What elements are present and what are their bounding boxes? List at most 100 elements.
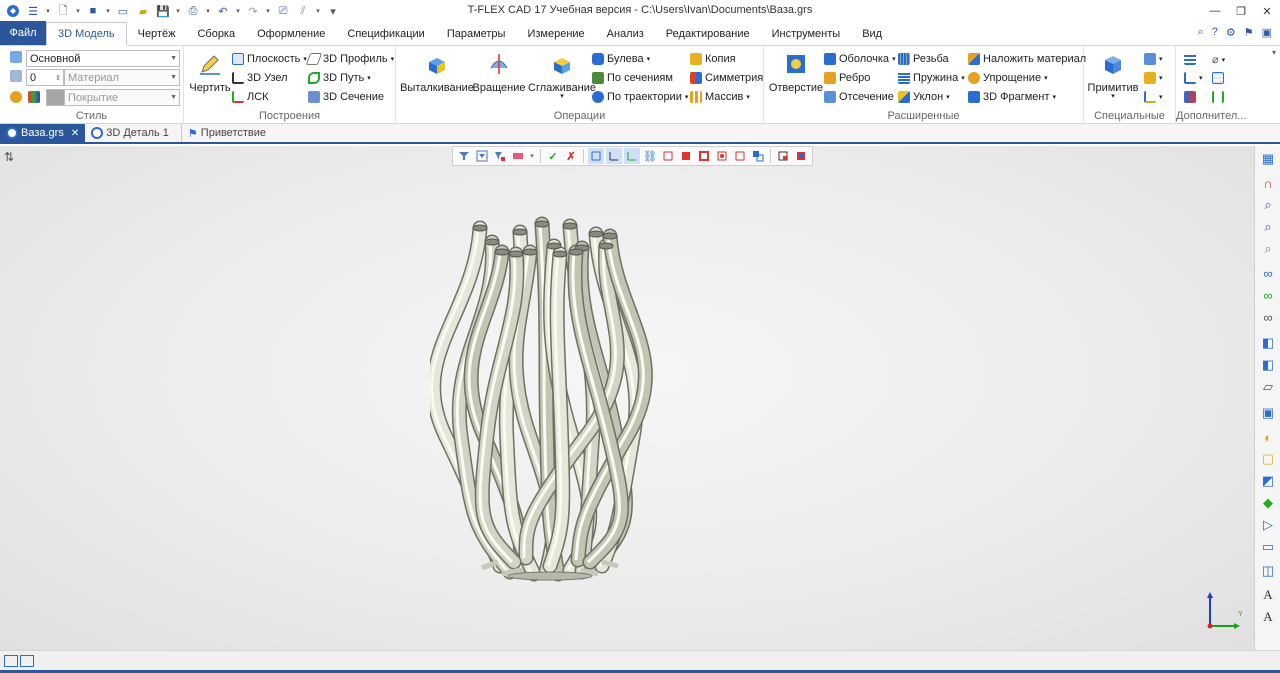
tree-toggle-icon[interactable]: ⇅ [4, 150, 20, 166]
gear-icon[interactable]: ⚙ [1226, 26, 1236, 39]
glasses-icon[interactable]: ∞ [1259, 264, 1277, 282]
render-icon[interactable]: ◫ [1259, 562, 1277, 580]
lsk-button[interactable]: ЛСК [232, 91, 269, 103]
apply-material-button[interactable]: Наложить материал [968, 53, 1086, 65]
new-file-icon[interactable]: 🗋 [54, 3, 72, 19]
tab-specifications[interactable]: Спецификации [336, 23, 435, 45]
chevron-down-icon[interactable]: ▾ [174, 7, 182, 15]
add-tool-4[interactable] [1212, 72, 1224, 84]
color-filter-icon[interactable] [510, 148, 526, 164]
group-select-icon[interactable] [750, 148, 766, 164]
spring-button[interactable]: Пружина ▾ [898, 72, 965, 84]
hide-icon[interactable] [793, 148, 809, 164]
special-tool-2[interactable]: ▾ [1144, 72, 1163, 84]
boolean-button[interactable]: Булева ▾ [592, 53, 650, 65]
plane-button[interactable]: Плоскость ▾ [232, 53, 307, 65]
tab-3d-model[interactable]: 3D Модель [46, 22, 127, 46]
filter-icon[interactable] [456, 148, 472, 164]
doc-tab-welcome[interactable]: ⚑ Приветствие [180, 124, 272, 142]
tab-view[interactable]: Вид [851, 23, 893, 45]
text-down-icon[interactable]: A [1259, 608, 1277, 626]
rotate-button[interactable]: Вращение [473, 52, 525, 94]
special-tool-3[interactable]: ▾ [1144, 91, 1163, 103]
chevron-down-icon[interactable]: ▾ [44, 7, 52, 15]
tab-tools[interactable]: Инструменты [761, 23, 852, 45]
path3d-button[interactable]: 3D Путь ▾ [308, 72, 371, 84]
extrude-button[interactable]: Выталкивание [400, 52, 474, 94]
sphere-icon[interactable]: ◐ [1259, 428, 1277, 446]
level-icon[interactable] [10, 70, 22, 82]
special-tool-1[interactable]: ▾ [1144, 53, 1163, 65]
cycle-icon[interactable] [732, 148, 748, 164]
shape-icon[interactable]: ◩ [1259, 472, 1277, 490]
tab-assembly[interactable]: Сборка [186, 23, 246, 45]
magnet-icon[interactable]: ∩ [1259, 174, 1277, 192]
layer-combo[interactable]: Основной ▼ [26, 50, 180, 67]
tab-file[interactable]: Файл [0, 21, 46, 45]
close-icon[interactable]: ✕ [71, 128, 79, 139]
single-view-icon[interactable] [20, 655, 34, 667]
thread-button[interactable]: Резьба [898, 53, 949, 65]
copy-button[interactable]: Копия [690, 53, 736, 65]
flag-icon[interactable]: ⚑ [1244, 26, 1254, 39]
rib-button[interactable]: Ребро [824, 72, 870, 84]
fragment3d-button[interactable]: 3D Фрагмент ▾ [968, 91, 1056, 103]
tab-analysis[interactable]: Анализ [596, 23, 655, 45]
panel-icon[interactable]: ▣ [1262, 26, 1272, 39]
model-icon[interactable]: ■ [84, 3, 102, 19]
link-icon[interactable]: ⛓ [642, 148, 658, 164]
cut-button[interactable]: Отсечение [824, 91, 894, 103]
body-icon[interactable] [660, 148, 676, 164]
minimize-icon[interactable]: — [1202, 0, 1228, 22]
tab-drawing[interactable]: Чертёж [127, 23, 187, 45]
select-face-icon[interactable] [588, 148, 604, 164]
color-swatch[interactable] [46, 89, 66, 106]
customize-icon[interactable]: ▾ [324, 3, 342, 19]
add-tool-5[interactable] [1184, 91, 1196, 103]
chevron-down-icon[interactable]: ▾ [104, 7, 112, 15]
hole-button[interactable]: Отверстие [768, 52, 824, 94]
paint-icon[interactable] [10, 91, 22, 103]
diamond-icon[interactable]: ◆ [1259, 494, 1277, 512]
smooth-button[interactable]: Сглаживание ▾ [528, 52, 596, 100]
select-vertex-icon[interactable] [624, 148, 640, 164]
node3d-button[interactable]: 3D Узел [232, 72, 288, 84]
undo-icon[interactable]: ↶ [214, 3, 232, 19]
color-icon[interactable] [28, 91, 40, 103]
fragment-view-icon[interactable]: ▭ [1259, 538, 1277, 556]
check-icon[interactable]: ✓ [545, 148, 561, 164]
profile3d-button[interactable]: 3D Профиль ▾ [305, 53, 394, 65]
doc-tab-vase[interactable]: Ваза.grs ✕ [0, 124, 86, 142]
cube-check-icon[interactable]: ◧ [1259, 334, 1277, 352]
text-up-icon[interactable]: A [1259, 586, 1277, 604]
help-icon[interactable]: ? [1212, 26, 1218, 39]
section-view-icon[interactable]: ▷ [1259, 516, 1277, 534]
symmetry-button[interactable]: Симметрия [690, 72, 763, 84]
by-trajectory-button[interactable]: По траектории ▾ [592, 91, 688, 103]
preview-icon[interactable]: ⎚ [274, 3, 292, 19]
tab-measure[interactable]: Измерение [516, 23, 595, 45]
tab-formatting[interactable]: Оформление [246, 23, 336, 45]
doc-tab-part[interactable]: 3D Деталь 1 [85, 124, 175, 142]
print-icon[interactable]: ⎙ [184, 3, 202, 19]
number-spinner[interactable]: 0 ⇕ [26, 69, 64, 86]
zoom-window-icon[interactable]: ⌕ [1259, 196, 1277, 214]
filter-select-icon[interactable] [492, 148, 508, 164]
menu-icon[interactable]: ☰ [24, 3, 42, 19]
chevron-down-icon[interactable]: ▾ [204, 7, 212, 15]
redo-icon[interactable]: ↷ [244, 3, 262, 19]
collapse-ribbon-icon[interactable]: ▾ [1272, 48, 1276, 57]
cancel-icon[interactable]: ✗ [563, 148, 579, 164]
chevron-down-icon[interactable]: ▾ [314, 7, 322, 15]
filter-add-icon[interactable] [474, 148, 490, 164]
restore-icon[interactable]: ❐ [1228, 0, 1254, 22]
chevron-down-icon[interactable]: ▾ [74, 7, 82, 15]
solid-icon[interactable] [696, 148, 712, 164]
search-icon[interactable]: ⌕ [1198, 26, 1204, 39]
add-tool-1[interactable] [1184, 53, 1196, 65]
3d-viewport[interactable]: ⇅ ▾ ✓ ✗ ⛓ Y [0, 146, 1254, 650]
tab-editing[interactable]: Редактирование [655, 23, 761, 45]
simplify-button[interactable]: Упрощение ▾ [968, 72, 1048, 84]
cube-view-icon[interactable]: ▣ [1259, 404, 1277, 422]
layout-icon[interactable]: ▭ [114, 3, 132, 19]
